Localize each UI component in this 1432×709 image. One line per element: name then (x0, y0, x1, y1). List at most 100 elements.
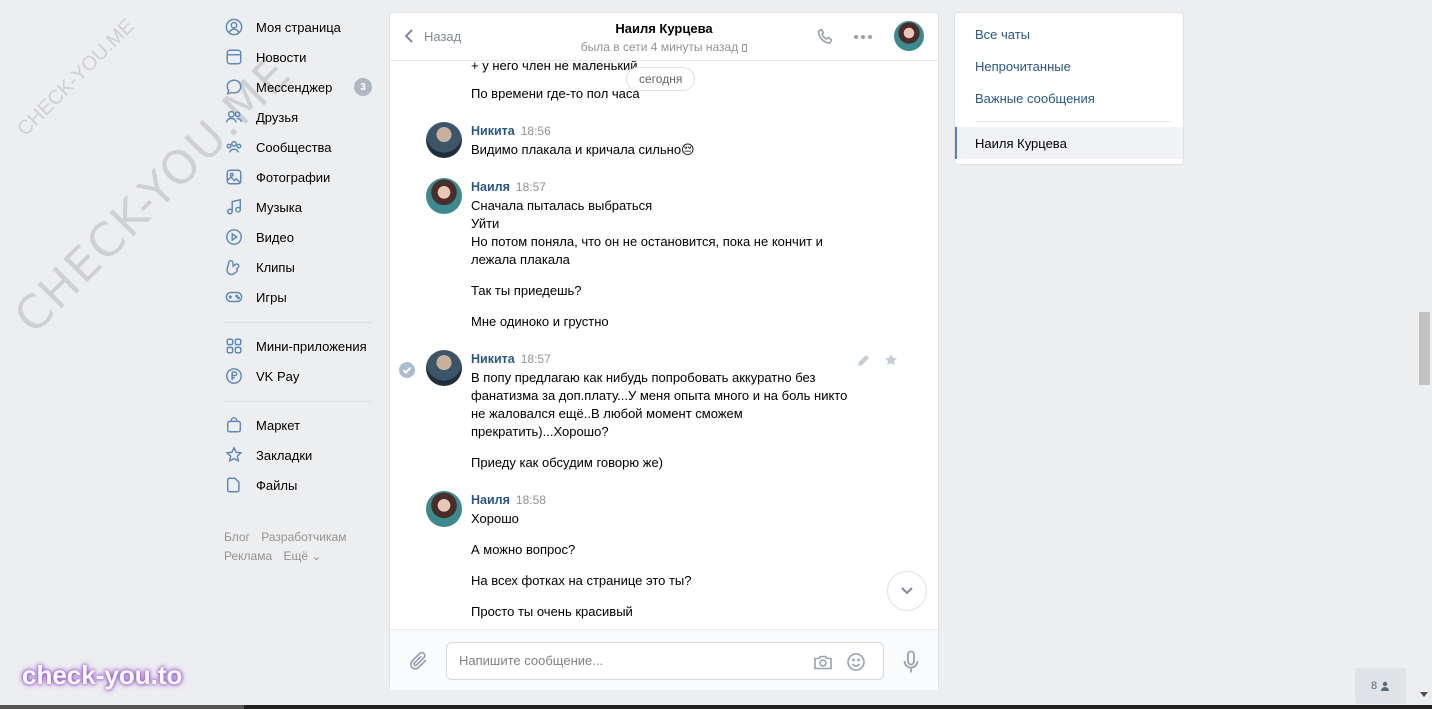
nav-item-my-page[interactable]: Моя страница (222, 12, 374, 42)
nav-label: VK Pay (256, 368, 300, 384)
mark-important-button[interactable] (884, 353, 898, 370)
message-input[interactable] (459, 653, 799, 668)
scroll-down-arrow[interactable] (1420, 692, 1428, 697)
nav-item-music[interactable]: Музыка (222, 192, 374, 222)
nav-item-files[interactable]: Файлы (222, 470, 374, 500)
nav-label: Фотографии (256, 169, 331, 185)
message-text: Уйти (471, 216, 500, 231)
avatar[interactable] (426, 122, 462, 158)
message-time[interactable]: 18:56 (521, 124, 551, 138)
friends-icon (224, 107, 244, 127)
apps-icon (224, 336, 244, 356)
nav-item-friends[interactable]: Друзья (222, 102, 374, 132)
message-text: Просто ты очень красивый (471, 604, 633, 619)
message-header: Наиля 18:57 (471, 180, 546, 194)
star-icon (224, 445, 244, 465)
date-separator: сегодня (626, 67, 696, 91)
message-author[interactable]: Наиля (471, 180, 510, 194)
active-chat-item[interactable]: Наиля Курцева (955, 127, 1183, 159)
left-navigation: Моя страница Новости Мессенджер 3 Друзья… (222, 12, 374, 566)
message-header: Наиля 18:58 (471, 493, 546, 507)
nav-item-news[interactable]: Новости (222, 42, 374, 72)
nav-item-games[interactable]: Игры (222, 282, 374, 312)
phone-icon (817, 28, 833, 44)
filter-unread[interactable]: Непрочитанные (975, 59, 1071, 74)
voice-message-button[interactable] (902, 650, 920, 677)
nav-item-mini-apps[interactable]: Мини-приложения (222, 331, 374, 361)
camera-button[interactable] (813, 652, 833, 675)
news-icon (224, 47, 244, 67)
filter-important[interactable]: Важные сообщения (975, 91, 1095, 106)
footer-link-more[interactable]: Ещё ⌄ (283, 549, 321, 563)
call-button[interactable] (816, 27, 836, 50)
nav-label: Новости (256, 49, 307, 65)
nav-label: Файлы (256, 477, 298, 493)
nav-divider (224, 401, 372, 402)
message-time[interactable]: 18:57 (516, 180, 546, 194)
message-composer (390, 629, 938, 690)
star-icon (885, 354, 897, 366)
nav-item-video[interactable]: Видео (222, 222, 374, 252)
message-author[interactable]: Наиля (471, 493, 510, 507)
mobile-icon (742, 44, 748, 52)
message-header: Никита 18:56 (471, 124, 551, 138)
nav-item-market[interactable]: Маркет (222, 410, 374, 440)
message-author[interactable]: Никита (471, 124, 515, 138)
nav-label: Друзья (256, 109, 299, 125)
attach-button[interactable] (408, 650, 430, 675)
selected-check-icon[interactable] (399, 362, 415, 378)
music-icon (224, 197, 244, 217)
nav-divider (224, 322, 372, 323)
message-header: Никита 18:57 (471, 352, 551, 366)
message-time[interactable]: 18:58 (516, 493, 546, 507)
message-text: На всех фотках на странице это ты? (471, 573, 692, 588)
nav-label: Игры (256, 289, 287, 305)
online-friends-button[interactable]: 8 (1355, 668, 1406, 704)
dot (861, 35, 865, 39)
filter-all-chats[interactable]: Все чаты (975, 27, 1030, 42)
scroll-to-bottom-button[interactable] (887, 571, 927, 611)
watermark-logo: check-you.to (22, 660, 183, 690)
chat-filters-panel: Все чаты Непрочитанные Важные сообщения … (954, 12, 1184, 165)
message-icon (224, 77, 244, 97)
avatar[interactable] (426, 350, 462, 386)
message-history[interactable]: + у него член не маленький сегодня По вр… (390, 61, 938, 629)
nav-item-messenger[interactable]: Мессенджер 3 (222, 72, 374, 102)
peer-avatar[interactable] (894, 21, 924, 51)
message-time[interactable]: 18:57 (521, 352, 551, 366)
chat-panel: Назад Наиля Курцева была в сети 4 минуты… (389, 12, 939, 690)
peer-status-text: была в сети 4 минуты назад (580, 40, 739, 54)
nav-label: Мини-приложения (256, 338, 367, 354)
nav-item-communities[interactable]: Сообщества (222, 132, 374, 162)
edit-message-button[interactable] (857, 353, 871, 370)
footer-link-ads[interactable]: Реклама (224, 549, 272, 563)
message-text: Хорошо (471, 511, 519, 526)
gamepad-icon (224, 287, 244, 307)
panel-divider (975, 121, 1171, 122)
nav-label: Клипы (256, 259, 295, 275)
message-text: Приеду как обсудим говорю же) (471, 455, 663, 470)
nav-item-bookmarks[interactable]: Закладки (222, 440, 374, 470)
message-text: Но потом поняла, что он не остановится, … (471, 234, 823, 267)
message-text: Сначала пыталась выбраться (471, 198, 653, 213)
nav-item-vk-pay[interactable]: VK Pay (222, 361, 374, 391)
peer-name[interactable]: Наиля Курцева (390, 21, 938, 36)
person-icon (1381, 681, 1390, 691)
scrollbar-thumb[interactable] (1419, 312, 1430, 385)
message-input-box[interactable] (446, 642, 884, 680)
footer-link-developers[interactable]: Разработчикам (261, 530, 346, 544)
pencil-icon (858, 355, 869, 366)
peer-status: была в сети 4 минуты назад (390, 40, 938, 54)
emoji-button[interactable] (846, 652, 866, 675)
nav-item-clips[interactable]: Клипы (222, 252, 374, 282)
message-author[interactable]: Никита (471, 352, 515, 366)
more-button[interactable] (854, 35, 872, 39)
file-icon (224, 475, 244, 495)
message-text: В попу предлагаю как нибудь попробовать … (471, 370, 848, 439)
nav-label: Моя страница (256, 19, 341, 35)
avatar[interactable] (426, 178, 462, 214)
dot (868, 35, 872, 39)
avatar[interactable] (426, 491, 462, 527)
footer-link-blog[interactable]: Блог (224, 530, 250, 544)
nav-item-photos[interactable]: Фотографии (222, 162, 374, 192)
